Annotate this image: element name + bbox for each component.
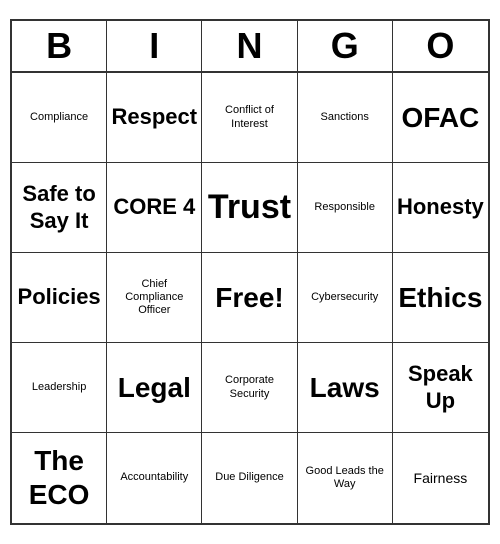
cell-text: Leadership — [32, 381, 86, 394]
cell-text: OFAC — [402, 101, 480, 135]
header-letter: O — [393, 21, 488, 71]
bingo-cell: OFAC — [393, 73, 488, 163]
cell-text: Responsible — [314, 201, 375, 214]
bingo-cell: Fairness — [393, 433, 488, 523]
bingo-cell: Leadership — [12, 343, 107, 433]
header-letter: N — [202, 21, 297, 71]
cell-text: Legal — [118, 371, 191, 405]
bingo-cell: Responsible — [298, 163, 393, 253]
cell-text: Good Leads the Way — [302, 465, 388, 491]
bingo-cell: Cybersecurity — [298, 253, 393, 343]
bingo-card: BINGO Compliance Respect Conflict of Inter… — [10, 19, 490, 525]
bingo-cell: The ECO — [12, 433, 107, 523]
cell-text: Cybersecurity — [311, 291, 378, 304]
header-letter: G — [298, 21, 393, 71]
bingo-cell: Ethics — [393, 253, 488, 343]
cell-text: Trust — [208, 187, 291, 228]
cell-text: Chief Compliance Officer — [111, 278, 197, 318]
cell-text: Due Diligence — [215, 471, 283, 484]
bingo-cell: Policies — [12, 253, 107, 343]
header-letter: B — [12, 21, 107, 71]
bingo-cell: Legal — [107, 343, 202, 433]
bingo-cell: Sanctions — [298, 73, 393, 163]
cell-text: Accountability — [120, 471, 188, 484]
bingo-cell: Due Diligence — [202, 433, 297, 523]
cell-text: Free! — [215, 281, 283, 315]
header-letter: I — [107, 21, 202, 71]
cell-text: Policies — [18, 284, 101, 310]
bingo-cell: Conflict of Interest — [202, 73, 297, 163]
cell-text: Laws — [310, 371, 380, 405]
cell-text: Conflict of Interest — [206, 104, 292, 130]
cell-text: The ECO — [16, 444, 102, 511]
cell-text: CORE 4 — [113, 194, 195, 220]
bingo-cell: Respect — [107, 73, 202, 163]
bingo-cell: Good Leads the Way — [298, 433, 393, 523]
bingo-cell: Trust — [202, 163, 297, 253]
cell-text: Compliance — [30, 111, 88, 124]
bingo-header: BINGO — [12, 21, 488, 73]
cell-text: Speak Up — [397, 361, 484, 414]
cell-text: Corporate Security — [206, 374, 292, 400]
bingo-cell: Chief Compliance Officer — [107, 253, 202, 343]
cell-text: Honesty — [397, 194, 484, 220]
bingo-cell: Accountability — [107, 433, 202, 523]
bingo-cell: Safe to Say It — [12, 163, 107, 253]
bingo-cell: Free! — [202, 253, 297, 343]
bingo-cell: Compliance — [12, 73, 107, 163]
bingo-cell: Speak Up — [393, 343, 488, 433]
bingo-grid: Compliance Respect Conflict of Interest San… — [12, 73, 488, 523]
cell-text: Fairness — [414, 470, 468, 487]
bingo-cell: CORE 4 — [107, 163, 202, 253]
cell-text: Respect — [111, 104, 197, 130]
cell-text: Sanctions — [321, 111, 369, 124]
bingo-cell: Laws — [298, 343, 393, 433]
cell-text: Safe to Say It — [16, 181, 102, 234]
cell-text: Ethics — [398, 281, 482, 315]
bingo-cell: Honesty — [393, 163, 488, 253]
bingo-cell: Corporate Security — [202, 343, 297, 433]
